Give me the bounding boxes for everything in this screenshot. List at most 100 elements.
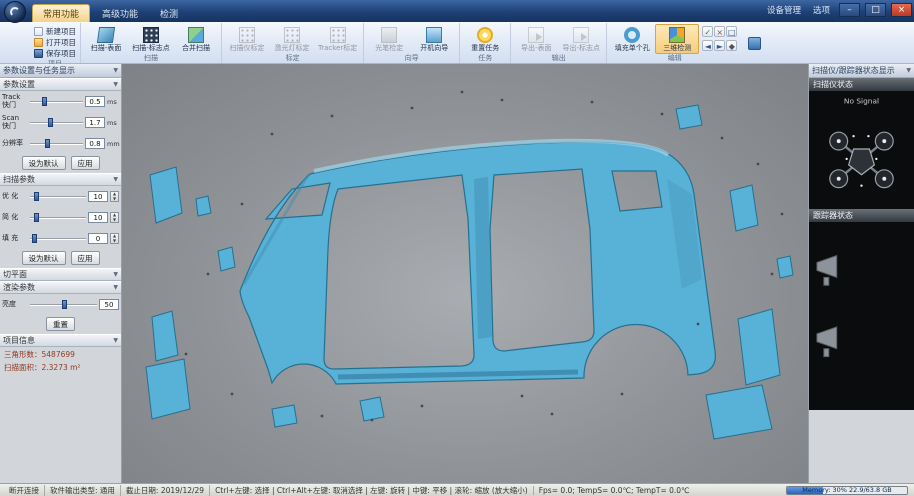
export-markers-label: 导出-标志点: [563, 45, 601, 53]
resolution-value[interactable]: 0.8: [85, 138, 105, 149]
viewport-3d[interactable]: [122, 64, 808, 483]
ribbon-group-export: 导出-表面 导出-标志点 输出: [510, 23, 606, 63]
title-bar: 常用功能 高级功能 检测 设备管理 选项 – □ ×: [0, 0, 914, 22]
chevron-down-icon: ▼: [113, 284, 118, 291]
stylus-check-icon: [381, 27, 397, 43]
memory-text: Memory: 30% 22.9/63.8 GB: [787, 487, 907, 494]
section-param-settings[interactable]: 参数设置 ▼: [0, 78, 121, 91]
menu-device-management[interactable]: 设备管理: [763, 4, 805, 16]
section-render-params[interactable]: 渲染参数 ▼: [0, 281, 121, 294]
panel-collapse-icon[interactable]: ▼: [113, 67, 118, 74]
tab-inspection[interactable]: 检测: [150, 4, 188, 22]
tracker-calibration-button[interactable]: Tracker标定: [315, 24, 360, 54]
memory-bar: Memory: 30% 22.9/63.8 GB: [786, 486, 908, 495]
save-project-button[interactable]: 保存项目: [34, 48, 76, 58]
ribbon-corner-icon[interactable]: [748, 37, 761, 50]
simplify-spinner[interactable]: ▲▼: [110, 212, 119, 223]
brightness-value[interactable]: 50: [99, 299, 119, 310]
menu-options[interactable]: 选项: [809, 4, 834, 16]
track-shutter-label: Track 快门: [2, 94, 28, 109]
optimize-slider[interactable]: [30, 192, 86, 201]
scan-apply-button[interactable]: 应用: [71, 251, 100, 265]
open-project-button[interactable]: 打开项目: [34, 37, 76, 47]
export-markers-button[interactable]: 导出-标志点: [559, 24, 603, 54]
fill-label: 填 充: [2, 235, 28, 243]
scanner-calibration-icon: [239, 27, 255, 43]
panel-collapse-icon[interactable]: ▼: [906, 67, 911, 74]
chevron-down-icon: ▼: [113, 176, 118, 183]
scan-set-default-button[interactable]: 设为默认: [22, 251, 66, 265]
scan-shutter-unit: ms: [107, 119, 119, 127]
minimize-button[interactable]: –: [839, 3, 860, 17]
render-reset-button[interactable]: 重置: [46, 317, 75, 331]
merge-scan-icon: [188, 27, 204, 43]
section-cut-plane[interactable]: 切平面 ▼: [0, 268, 121, 281]
startup-wizard-icon: [426, 27, 442, 43]
param-apply-button[interactable]: 应用: [71, 156, 100, 170]
ribbon-group-task: 重置任务 任务: [459, 23, 510, 63]
simplify-slider[interactable]: [30, 213, 86, 222]
simplify-value[interactable]: 10: [88, 212, 108, 223]
resolution-unit: mm: [107, 140, 119, 148]
optimize-spinner[interactable]: ▲▼: [110, 191, 119, 202]
3d-inspection-button[interactable]: 三维检测: [655, 24, 699, 54]
status-panel: 扫描仪/跟踪器状态显示 ▼ 扫描仪状态 No Signal: [808, 64, 914, 483]
brightness-slider[interactable]: [30, 300, 97, 309]
param-set-default-button[interactable]: 设为默认: [22, 156, 66, 170]
app-logo-icon[interactable]: [4, 1, 26, 23]
lasso-select-icon[interactable]: ◆: [726, 40, 737, 51]
laser-calibration-label: 激光灯标定: [275, 45, 310, 53]
section-info-title: 项目信息: [3, 335, 35, 346]
tab-common-functions[interactable]: 常用功能: [32, 4, 90, 22]
scan-shutter-value[interactable]: 1.7: [85, 117, 105, 128]
section-project-info[interactable]: 项目信息 ▼: [0, 334, 121, 347]
chevron-down-icon: ▼: [113, 337, 118, 344]
ribbon-group-scan: 扫描-表面 扫描-标志点 合并扫描 扫描: [80, 23, 221, 63]
laser-calibration-button[interactable]: 激光灯标定: [270, 24, 314, 54]
scan-markers-button[interactable]: 扫描-标志点: [129, 24, 173, 54]
section-render-title: 渲染参数: [3, 282, 35, 293]
chevron-down-icon: ▼: [113, 81, 118, 88]
optimize-value[interactable]: 10: [88, 191, 108, 202]
box-select-icon[interactable]: □: [726, 26, 737, 37]
new-project-label: 新建项目: [46, 26, 76, 37]
tab-advanced-functions[interactable]: 高级功能: [92, 4, 148, 22]
fill-single-hole-button[interactable]: 填充单个孔: [610, 24, 654, 54]
fill-value[interactable]: 0: [88, 233, 108, 244]
track-shutter-value[interactable]: 0.5: [85, 96, 105, 107]
ribbon-group-wizard: 光笔检定 开机向导 向导: [363, 23, 459, 63]
export-surface-button[interactable]: 导出-表面: [514, 24, 558, 54]
close-button[interactable]: ×: [891, 3, 912, 17]
scan-shutter-row: Scan 快门 1.7 ms: [0, 112, 121, 133]
section-scan-params[interactable]: 扫描参数 ▼: [0, 173, 121, 186]
undo-icon[interactable]: ◄: [702, 40, 713, 51]
new-project-button[interactable]: 新建项目: [34, 26, 76, 36]
fill-spinner[interactable]: ▲▼: [110, 233, 119, 244]
ribbon-group-edit: 填充单个孔 三维检测 ✓ × □ ◄ ► ◆ 编辑: [606, 23, 742, 63]
track-shutter-unit: ms: [107, 98, 119, 106]
fill-slider[interactable]: [30, 234, 86, 243]
startup-wizard-button[interactable]: 开机向导: [412, 24, 456, 54]
scan-shutter-label: Scan 快门: [2, 115, 28, 130]
fill-hole-label: 填充单个孔: [615, 45, 650, 53]
stylus-check-button[interactable]: 光笔检定: [367, 24, 411, 54]
merge-scan-button[interactable]: 合并扫描: [174, 24, 218, 54]
accept-icon[interactable]: ✓: [702, 26, 713, 37]
reset-task-button[interactable]: 重置任务: [463, 24, 507, 54]
triangle-count: 三角形数：5487699: [0, 347, 121, 360]
titlebar-right: 设备管理 选项 – □ ×: [763, 0, 912, 20]
resolution-slider[interactable]: [30, 139, 83, 148]
ribbon: 新建项目 打开项目 保存项目 项目 扫描-表面: [0, 22, 914, 64]
maximize-button[interactable]: □: [865, 3, 886, 17]
section-cut-title: 切平面: [3, 269, 27, 280]
scan-surface-button[interactable]: 扫描-表面: [84, 24, 128, 54]
redo-icon[interactable]: ►: [714, 40, 725, 51]
reject-icon[interactable]: ×: [714, 26, 725, 37]
status-panel-title-text: 扫描仪/跟踪器状态显示: [812, 65, 895, 76]
track-shutter-slider[interactable]: [30, 97, 83, 106]
scan-shutter-slider[interactable]: [30, 118, 83, 127]
scanner-calibration-button[interactable]: 扫描仪标定: [225, 24, 269, 54]
scan-surface-icon: [97, 27, 115, 43]
parameter-panel-title: 参数设置与任务显示 ▼: [0, 64, 121, 78]
group-label-edit: 编辑: [610, 54, 739, 63]
